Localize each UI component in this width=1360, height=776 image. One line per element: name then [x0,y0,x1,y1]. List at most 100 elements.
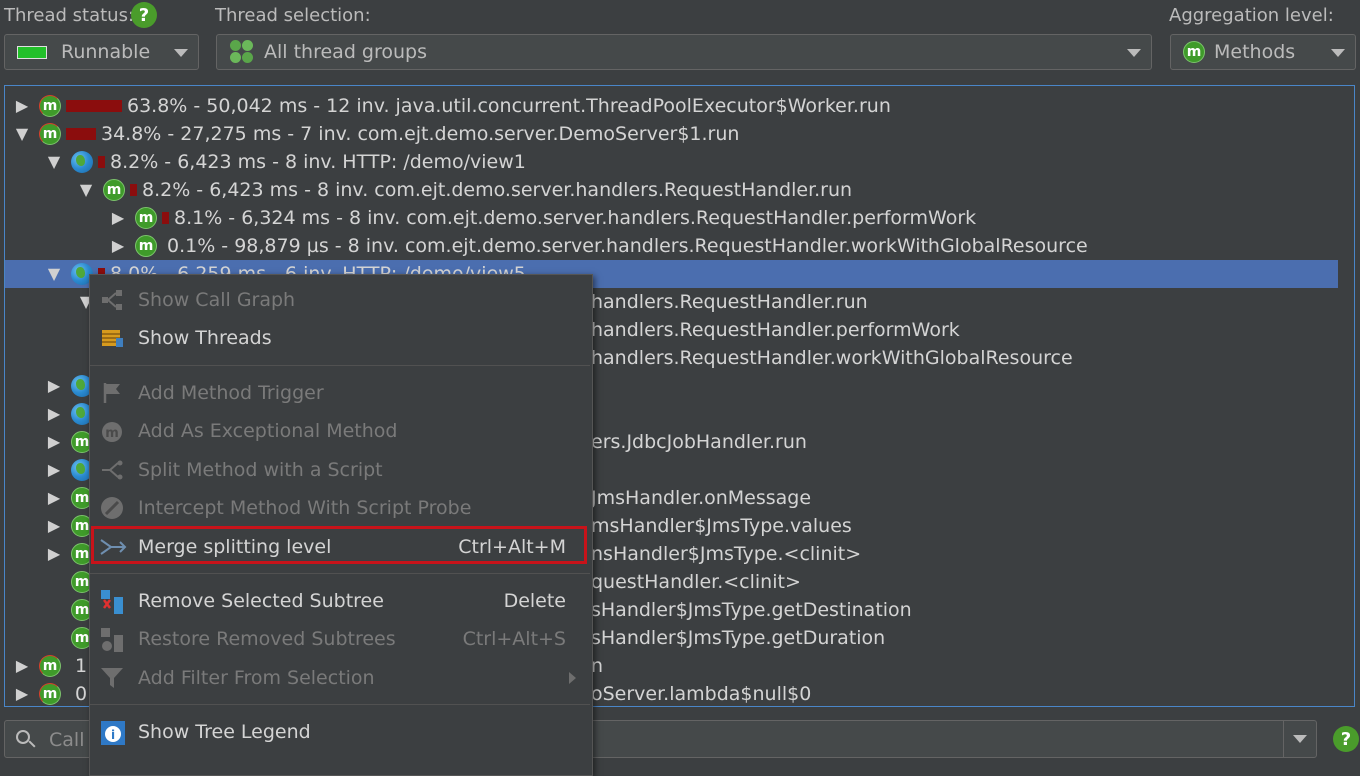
thread-selection-combo[interactable]: All thread groups [216,34,1152,70]
runnable-status-icon [17,45,47,59]
tree-row-label: 34.8% - 27,275 ms - 7 inv. com.ejt.demo.… [101,123,740,145]
help-glyph: ? [1340,728,1352,750]
tree-row-label: JmsHandler.onMessage [591,487,812,509]
tree-row[interactable]: ▶ m 1 [13,652,87,680]
tree-row-label: handlers.RequestHandler.workWithGlobalRe… [591,347,1073,369]
tree-row-label: msHandler$JmsType.values [591,515,852,537]
filter-icon [100,666,124,690]
menu-separator [90,573,590,574]
tree-row[interactable]: ▶ m [45,512,93,540]
tree-row[interactable]: ▼ m 34.8% - 27,275 ms - 7 inv. com.ejt.d… [13,120,739,148]
tree-row[interactable]: ▼ m 8.2% - 6,423 ms - 8 inv. com.ejt.dem… [77,176,852,204]
tree-row[interactable]: ▶ [45,372,93,400]
expand-arrow-icon[interactable]: ▶ [45,544,63,563]
aggregation-level-value: Methods [1214,41,1296,63]
highlight-box [91,526,587,564]
tree-row[interactable]: ▶ m [45,540,93,568]
menu-item-label: Remove Selected Subtree [138,590,384,612]
menu-item-split-method-with-a-script[interactable]: Split Method with a Script [90,453,590,487]
tree-row-label: 63.8% - 50,042 ms - 12 inv. java.util.co… [127,95,891,117]
tree-row-label: sHandler$JmsType.getDestination [591,599,912,621]
tree-row-label: nsHandler$JmsType.<clinit> [591,543,862,565]
expand-arrow-icon[interactable]: ▶ [45,516,63,535]
expand-arrow-icon[interactable]: ▶ [45,460,63,479]
thread-status-value: Runnable [61,41,151,63]
expand-arrow-icon[interactable]: ▶ [45,432,63,451]
chevron-down-icon [174,49,188,57]
menu-item-add-filter-from-selection[interactable]: Add Filter From Selection [90,661,590,695]
tree-row[interactable]: ▶ m [45,428,93,456]
tree-row[interactable]: ▶ [45,400,93,428]
tree-row[interactable]: ▶ m 63.8% - 50,042 ms - 12 inv. java.uti… [13,92,891,120]
menu-item-add-as-exceptional-method[interactable]: m Add As Exceptional Method [90,414,590,448]
search-dropdown-button[interactable] [1283,720,1317,758]
expand-arrow-icon[interactable]: ▶ [45,404,63,423]
menu-item-show-call-graph[interactable]: Show Call Graph [90,283,590,317]
time-share-bar [98,156,105,168]
tree-row-label: 8.2% - 6,423 ms - 8 inv. com.ejt.demo.se… [142,179,853,201]
tree-row[interactable]: ▶ m 8.1% - 6,324 ms - 8 inv. com.ejt.dem… [109,204,976,232]
menu-item-shortcut: Ctrl+Alt+S [462,628,566,650]
tree-row-label: 8.2% - 6,423 ms - 8 inv. HTTP: /demo/vie… [110,151,526,173]
collapse-arrow-icon[interactable]: ▼ [45,152,63,171]
menu-item-remove-selected-subtree[interactable]: Remove Selected Subtree Delete [90,584,590,618]
thread-status-combo[interactable]: Runnable [4,34,199,70]
exceptional-method-icon: m [100,419,124,443]
tree-row-label: handlers.RequestHandler.run [591,291,868,313]
expand-arrow-icon[interactable]: ▶ [109,208,127,227]
search-icon-handle [28,740,36,748]
search-placeholder: Call [49,729,85,751]
method-icon: m [39,95,61,117]
menu-item-show-tree-legend[interactable]: i Show Tree Legend [90,715,590,749]
tree-row-label: 1 [75,655,88,677]
collapse-arrow-icon[interactable]: ▼ [45,264,63,283]
expand-arrow-icon[interactable]: ▶ [109,236,127,255]
menu-item-show-threads[interactable]: Show Threads [90,321,590,355]
expand-arrow-icon[interactable]: ▶ [45,488,63,507]
flag-icon [100,381,124,405]
context-menu: Show Call Graph Show Threads Add Method … [89,274,593,776]
aggregation-level-combo[interactable]: m Methods [1170,34,1356,70]
restore-subtree-icon [100,627,124,652]
info-icon: i [100,720,125,745]
tree-row-label: handlers.RequestHandler.performWork [591,319,960,341]
chevron-down-icon [1331,49,1345,57]
menu-item-label: Add Filter From Selection [138,667,375,689]
collapse-arrow-icon[interactable]: ▼ [77,180,95,199]
help-icon[interactable]: ? [131,2,157,28]
method-icon: m [39,683,61,705]
tree-row[interactable]: ▶ m 0.1% - 98,879 µs - 8 inv. com.ejt.de… [109,232,1088,260]
tree-row[interactable]: ▶ m 0 [13,680,87,706]
menu-item-label: Add Method Trigger [138,382,324,404]
remove-subtree-icon [100,589,124,614]
help-icon[interactable]: ? [1333,726,1359,752]
menu-item-label: Show Tree Legend [138,721,311,743]
menu-item-label: Show Call Graph [138,289,296,311]
help-glyph: ? [138,4,150,26]
tree-row[interactable]: ▶ [45,456,93,484]
tree-row[interactable]: ▶ m [45,484,93,512]
chevron-down-icon [1127,49,1141,57]
aggregation-level-label: Aggregation level: [1169,5,1334,26]
threads-icon [100,326,124,350]
tree-row[interactable]: ▼ 8.2% - 6,423 ms - 8 inv. HTTP: /demo/v… [45,148,526,176]
expand-arrow-icon[interactable]: ▶ [13,96,31,115]
globe-icon [71,151,93,173]
time-share-bar [66,100,122,112]
menu-item-restore-removed-subtrees[interactable]: Restore Removed Subtrees Ctrl+Alt+S [90,622,590,656]
thread-selection-value: All thread groups [264,41,427,63]
menu-item-label: Show Threads [138,327,272,349]
tree-row-label: ers.JdbcJobHandler.run [591,431,807,453]
expand-arrow-icon[interactable]: ▶ [13,684,31,703]
probe-icon [100,496,124,520]
thread-selection-label: Thread selection: [215,5,371,26]
menu-item-label: Restore Removed Subtrees [138,628,396,650]
time-share-bar [162,212,169,224]
expand-arrow-icon[interactable]: ▶ [45,376,63,395]
menu-item-intercept-method-with-script-probe[interactable]: Intercept Method With Script Probe [90,491,590,525]
collapse-arrow-icon[interactable]: ▼ [13,124,31,143]
expand-arrow-icon[interactable]: ▶ [13,656,31,675]
tree-row-label: 0.1% - 98,879 µs - 8 inv. com.ejt.demo.s… [167,235,1088,257]
menu-item-add-method-trigger[interactable]: Add Method Trigger [90,376,590,410]
svg-text:m: m [105,426,119,441]
